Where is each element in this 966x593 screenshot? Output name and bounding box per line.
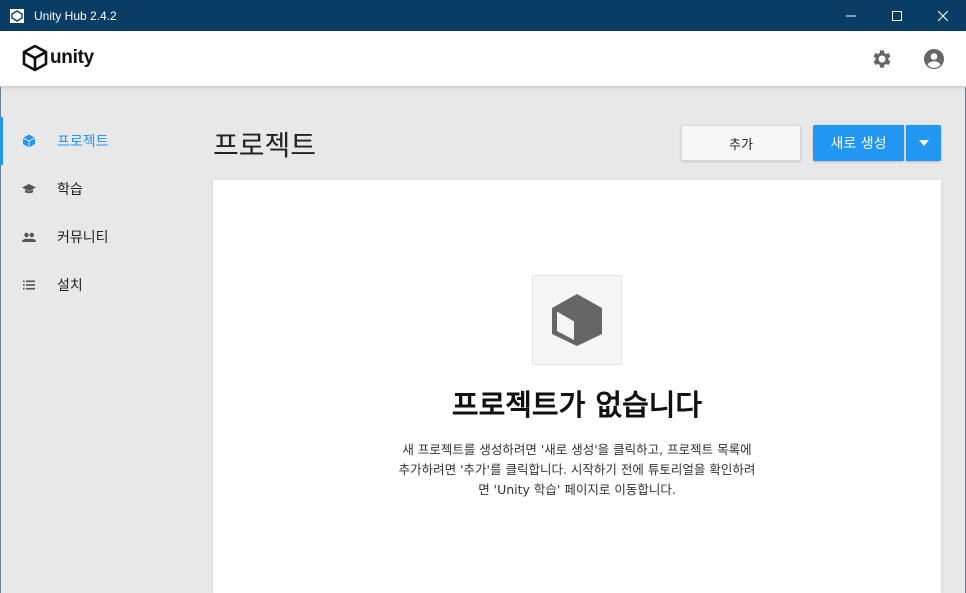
empty-state-icon-box [532,275,622,365]
sidebar-item-projects[interactable]: 프로젝트 [0,117,190,165]
sidebar-item-label: 커뮤니티 [57,230,109,246]
empty-state-description: 새 프로젝트를 생성하려면 '새로 생성'을 클릭하고, 프로젝트 목록에 추가… [363,440,791,500]
description-line: 면 'Unity 학습' 페이지로 이동합니다. [478,482,676,497]
sidebar-item-label: 학습 [57,182,83,198]
logo-text: unity [50,47,94,68]
graduation-cap-icon [20,180,38,198]
sidebar-item-label: 설치 [57,278,83,294]
unity-logo-icon [22,44,48,72]
accent-bar [0,165,3,213]
description-line: 새 프로젝트를 생성하려면 '새로 생성'을 클릭하고, 프로젝트 목록에 [402,442,752,457]
unity-logo: unity [22,44,94,72]
account-icon[interactable] [922,47,946,71]
add-button[interactable]: 추가 [681,125,801,161]
projects-panel: 프로젝트가 없습니다 새 프로젝트를 생성하려면 '새로 생성'을 클릭하고, … [213,180,941,593]
close-icon[interactable] [920,0,966,31]
page-title: 프로젝트 [213,129,317,162]
maximize-icon[interactable] [874,0,920,31]
new-project-dropdown-button[interactable] [906,125,941,161]
window-title: Unity Hub 2.4.2 [34,8,117,23]
cube-icon [552,294,602,346]
people-icon [20,228,38,246]
cube-icon [20,132,38,150]
description-line: 추가하려면 '추가'를 클릭합니다. 시작하기 전에 튜토리얼을 확인하려 [398,462,756,477]
caret-down-icon [918,140,929,146]
sidebar-item-learn[interactable]: 학습 [0,165,190,213]
gear-icon[interactable] [870,47,894,71]
empty-state-title: 프로젝트가 없습니다 [451,388,703,422]
app-header: unity [0,31,966,87]
sidebar-item-installs[interactable]: 설치 [0,261,190,309]
accent-bar [0,213,3,261]
unity-app-icon [10,8,24,23]
active-indicator [0,117,3,165]
new-project-button[interactable]: 새로 생성 [813,125,904,161]
minimize-icon[interactable] [828,0,874,31]
sidebar-item-community[interactable]: 커뮤니티 [0,213,190,261]
sidebar: 프로젝트 학습 커뮤니티 설치 [0,88,190,593]
title-bar: Unity Hub 2.4.2 [0,0,966,31]
accent-bar [0,261,3,309]
list-icon [20,276,38,294]
sidebar-item-label: 프로젝트 [57,134,109,150]
